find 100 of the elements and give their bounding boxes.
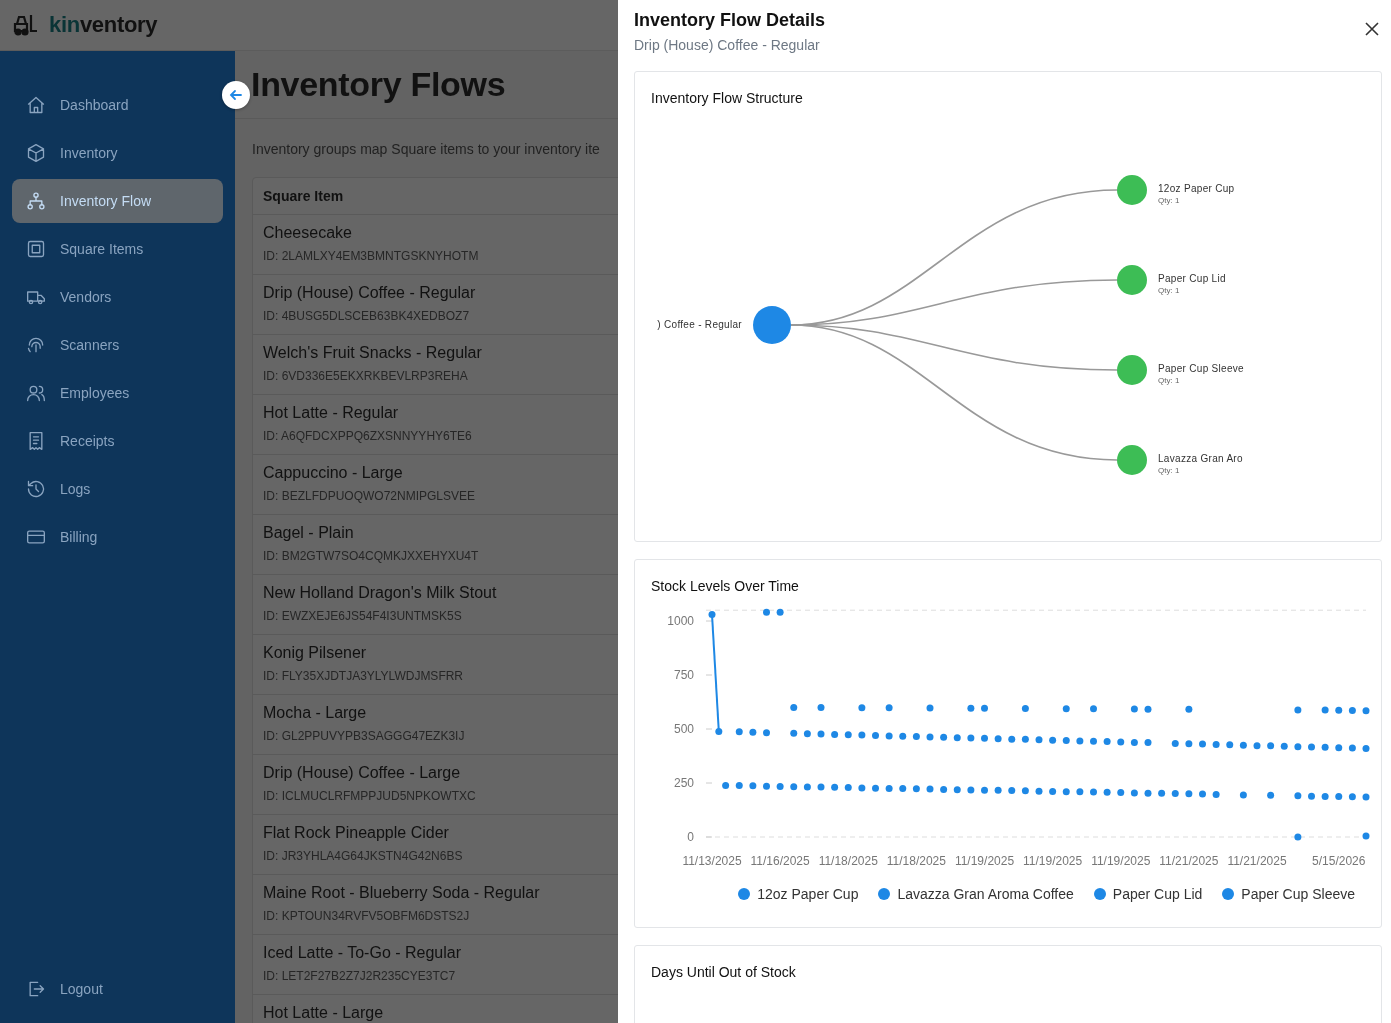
sidebar-item[interactable]: Dashboard (12, 83, 223, 127)
data-point (1090, 705, 1097, 713)
target-node[interactable] (1117, 445, 1147, 475)
data-point (1226, 741, 1234, 749)
page-description: Inventory groups map Square items to your inventory ite (251, 140, 601, 159)
data-point (1294, 792, 1302, 800)
data-point (790, 783, 798, 791)
data-point (1008, 787, 1016, 795)
data-point (763, 729, 770, 737)
data-point (803, 730, 811, 738)
legend-label[interactable]: Lavazza Gran Aroma Coffee (897, 886, 1074, 902)
data-point (1130, 789, 1138, 797)
item-id: ID: 6VD336E5EKXRKBEVLRP3REHA (263, 369, 469, 383)
sidebar-item[interactable]: Inventory Flow (12, 179, 223, 223)
axis-label: 5/15/2026 (1312, 854, 1366, 868)
axis-label: 11/18/2025 (818, 854, 878, 868)
data-point (1144, 705, 1152, 713)
item-id: ID: A6QFDCXPPQ6ZXSNNYYHY6TE6 (263, 429, 473, 443)
data-point (953, 786, 961, 794)
target-node[interactable] (1117, 175, 1147, 205)
arrow-left-icon (229, 88, 243, 102)
cube-icon (26, 143, 46, 163)
sidebar-item[interactable]: Scanners (12, 323, 223, 367)
data-point (981, 786, 988, 794)
item-id: ID: ICLMUCLRFMPPJUD5NPKOWTXC (263, 789, 477, 803)
data-point (885, 704, 893, 712)
data-point (1239, 741, 1247, 749)
data-point (1185, 790, 1193, 798)
data-point (1035, 736, 1043, 744)
sidebar-item[interactable]: Inventory (12, 131, 223, 175)
target-node[interactable] (1117, 355, 1147, 385)
data-point (1362, 744, 1370, 752)
data-point (735, 782, 743, 790)
axis-label: 500 (673, 722, 694, 736)
data-point (926, 704, 934, 712)
node-label: Paper Cup Sleeve (1158, 363, 1244, 374)
node-quantity: Qty: 1 (1158, 196, 1180, 205)
data-point (858, 704, 866, 712)
item-name: Welch's Fruit Snacks - Regular (263, 344, 483, 362)
app-logo[interactable]: kinventory (49, 12, 158, 38)
data-point (899, 732, 907, 740)
data-point (899, 785, 907, 793)
data-point (1103, 788, 1111, 796)
data-point (872, 784, 879, 792)
data-point (763, 608, 770, 616)
data-point (926, 785, 934, 793)
data-point (1362, 793, 1370, 801)
sidebar-item[interactable]: Receipts (12, 419, 223, 463)
fingerprint-icon (26, 335, 46, 355)
item-id: ID: BEZLFDPUOQWO72NMIPGLSVEE (263, 489, 477, 503)
data-point (1117, 789, 1125, 796)
data-point (817, 703, 825, 711)
target-node[interactable] (1117, 265, 1147, 295)
sidebar-item[interactable]: Billing (12, 515, 223, 559)
item-id: ID: JR3YHLA4G64JKSTN4G42N6BS (263, 849, 464, 863)
data-point (940, 786, 948, 793)
legend-label[interactable]: Paper Cup Lid (1112, 886, 1203, 902)
data-point (715, 728, 723, 736)
axis-label: 1000 (667, 614, 694, 628)
data-point (1049, 736, 1057, 744)
data-point (1021, 705, 1029, 712)
legend-label[interactable]: Paper Cup Sleeve (1241, 886, 1355, 902)
sidebar-item[interactable]: Logs (12, 467, 223, 511)
logout-button[interactable]: Logout (12, 967, 223, 1011)
sidebar-item[interactable]: Employees (12, 371, 223, 415)
item-name: Iced Latte - To-Go - Regular (263, 944, 463, 962)
data-point (1348, 793, 1356, 801)
data-point (831, 730, 839, 738)
item-name: Hot Latte - Large (263, 1004, 385, 1022)
data-point (1362, 707, 1370, 715)
sidebar-item[interactable]: Square Items (12, 227, 223, 271)
axis-label: 11/16/2025 (750, 854, 810, 868)
data-point (885, 784, 893, 792)
data-point (967, 734, 975, 742)
source-node[interactable] (753, 306, 791, 344)
panel-title: Inventory Flow Details (634, 10, 826, 31)
data-point (1117, 738, 1125, 746)
data-point (1158, 789, 1166, 797)
panel-subtitle: Drip (House) Coffee - Regular (634, 37, 820, 53)
hierarchy-icon (26, 191, 46, 211)
data-point (1362, 832, 1370, 840)
sidebar-item[interactable]: Vendors (12, 275, 223, 319)
data-point (981, 704, 988, 712)
data-point (1253, 742, 1261, 750)
data-point (722, 781, 730, 789)
data-point (1294, 743, 1302, 751)
item-name: Cappuccino - Large (263, 464, 404, 482)
data-point (872, 732, 879, 739)
item-id: ID: FLY35XJDTJA3YLYLWDJMSFRR (263, 669, 465, 683)
data-point (1212, 741, 1220, 749)
node-label: Paper Cup Lid (1158, 273, 1226, 284)
data-point (858, 731, 866, 739)
data-point (1335, 793, 1343, 801)
data-point (994, 786, 1002, 794)
data-point (1130, 738, 1138, 746)
axis-label: 250 (673, 776, 694, 790)
data-point (763, 782, 770, 790)
data-point (967, 704, 975, 712)
legend-label[interactable]: 12oz Paper Cup (757, 886, 859, 902)
data-point (817, 783, 825, 791)
